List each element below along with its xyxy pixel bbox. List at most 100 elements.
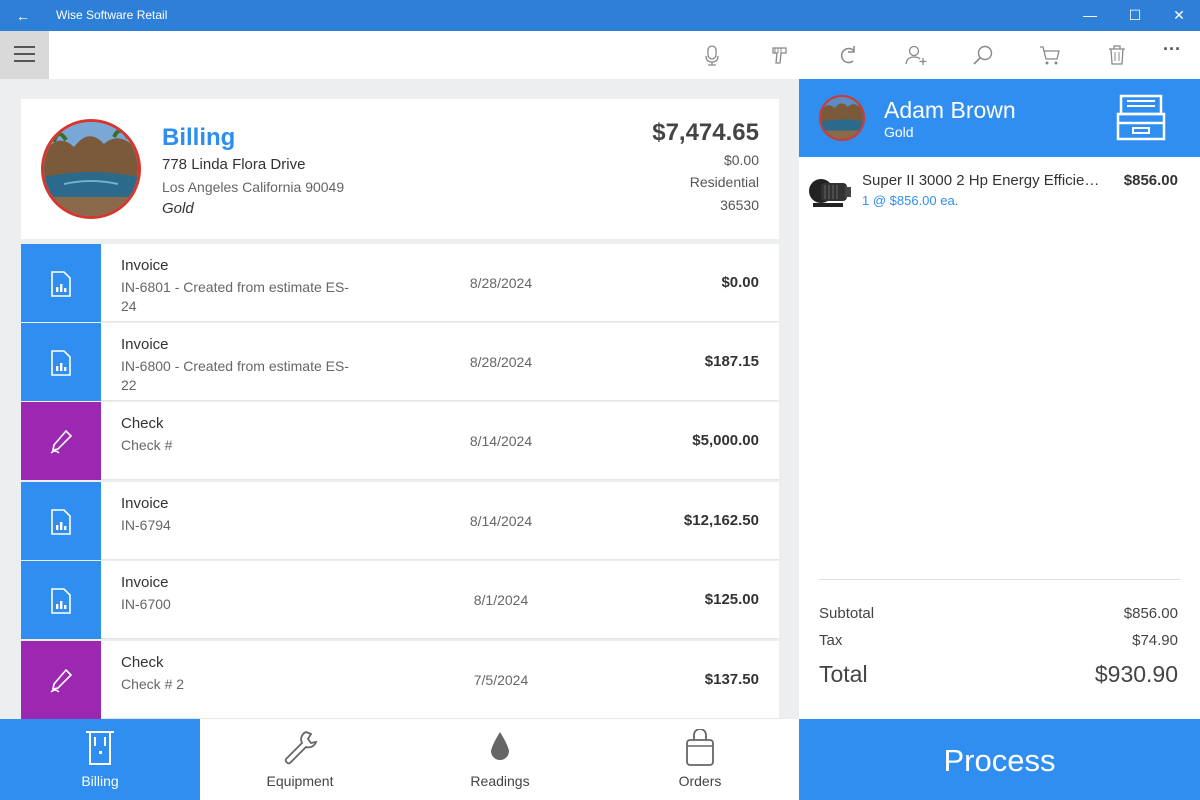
- subtotal-label: Subtotal: [819, 605, 875, 622]
- invoice-icon-tile: [21, 561, 101, 639]
- pool-photo-icon: [821, 97, 863, 139]
- transaction-description: Check # 2: [121, 676, 185, 692]
- transaction-date: 7/5/2024: [473, 672, 529, 688]
- tab-equipment-label: Equipment: [266, 773, 334, 789]
- more-icon[interactable]: ···: [1163, 39, 1187, 63]
- transaction-type: Invoice: [121, 336, 169, 353]
- check-icon-tile: [21, 402, 101, 480]
- transaction-type: Invoice: [121, 495, 169, 512]
- list-item[interactable]: Invoice IN-6794 8/14/2024 $12,162.50: [21, 482, 779, 560]
- tab-readings-label: Readings: [470, 773, 530, 789]
- wrench-icon: [284, 731, 318, 765]
- transaction-date: 8/1/2024: [473, 592, 529, 608]
- cart-item-price: $856.00: [1123, 172, 1178, 189]
- tab-equipment[interactable]: Equipment: [200, 719, 400, 800]
- invoice-icon: [51, 271, 71, 297]
- tab-orders[interactable]: Orders: [600, 719, 800, 800]
- totals-divider: [819, 579, 1180, 580]
- tax-label: Tax: [819, 632, 843, 649]
- invoice-icon: [51, 350, 71, 376]
- transaction-type: Check: [121, 654, 164, 671]
- account-balance: $7,474.65: [652, 119, 759, 146]
- transaction-list: Invoice IN-6801 - Created from estimate …: [21, 244, 779, 719]
- cart-icon[interactable]: [1038, 43, 1062, 67]
- transaction-type: Check: [121, 415, 164, 432]
- transaction-date: 8/14/2024: [469, 433, 533, 449]
- transaction-amount: $125.00: [704, 591, 759, 608]
- hamburger-menu-button[interactable]: [0, 31, 49, 79]
- maximize-button[interactable]: ☐: [1113, 0, 1157, 31]
- tab-readings[interactable]: Readings: [400, 719, 600, 800]
- tax-value: $74.90: [1132, 632, 1178, 649]
- customer-tier: Gold: [162, 200, 194, 217]
- process-button[interactable]: Process: [799, 719, 1200, 800]
- transaction-amount: $12,162.50: [683, 512, 759, 529]
- invoice-icon-tile: [21, 482, 101, 560]
- total-value: $930.90: [1094, 661, 1178, 687]
- customer-type: Residential: [689, 174, 759, 190]
- transaction-date: 8/28/2024: [469, 275, 533, 291]
- cart-pane: Adam Brown Gold Super II 3000 2 Hp Energ…: [799, 79, 1200, 719]
- pen-icon: [50, 668, 73, 693]
- transaction-date: 8/28/2024: [469, 354, 533, 370]
- account-number: 36530: [720, 197, 759, 213]
- tab-billing-label: Billing: [81, 773, 119, 789]
- customer-avatar: [819, 95, 865, 141]
- cart-item-name: Super II 3000 2 Hp Energy Efficient Pump: [862, 172, 1102, 189]
- tab-orders-label: Orders: [678, 773, 722, 789]
- total-label: Total: [819, 661, 868, 687]
- list-item[interactable]: Invoice IN-6700 8/1/2024 $125.00: [21, 561, 779, 639]
- subtotal-value: $856.00: [1123, 605, 1178, 622]
- check-icon-tile: [21, 641, 101, 719]
- microphone-icon[interactable]: [700, 43, 724, 67]
- list-item[interactable]: Check Check # 2 7/5/2024 $137.50: [21, 641, 779, 719]
- drop-icon: [491, 732, 509, 760]
- customer-address: 778 Linda Flora Drive: [162, 156, 306, 173]
- list-item[interactable]: Invoice IN-6801 - Created from estimate …: [21, 244, 779, 322]
- transaction-amount: $187.15: [704, 353, 759, 370]
- toolbar: ···: [0, 31, 1200, 79]
- trash-icon[interactable]: [1105, 43, 1129, 67]
- minimize-button[interactable]: —: [1068, 0, 1112, 31]
- add-user-icon[interactable]: [904, 43, 928, 67]
- invoice-icon-tile: [21, 323, 101, 401]
- invoice-icon: [51, 509, 71, 535]
- transaction-description: IN-6800 - Created from estimate ES-22: [121, 358, 349, 393]
- cart-item[interactable]: Super II 3000 2 Hp Energy Efficient Pump…: [799, 169, 1200, 219]
- transaction-description: IN-6700: [121, 596, 171, 612]
- transaction-description: IN-6801 - Created from estimate ES-24: [121, 279, 349, 314]
- billing-icon: [86, 731, 114, 765]
- customer-header: Adam Brown Gold: [799, 79, 1200, 157]
- pool-photo-icon: [44, 122, 138, 216]
- invoice-icon-tile: [21, 244, 101, 322]
- transaction-type: Invoice: [121, 574, 169, 591]
- bottom-navigation: Billing Equipment Readings Orders: [0, 719, 799, 800]
- back-button[interactable]: ←: [10, 6, 36, 26]
- list-item[interactable]: Check Check # 8/14/2024 $5,000.00: [21, 402, 779, 480]
- transaction-amount: $137.50: [704, 671, 759, 688]
- amount-value: $0.00: [723, 152, 759, 168]
- page-title: Billing: [162, 124, 236, 151]
- bag-icon: [686, 729, 714, 766]
- pen-icon: [50, 429, 73, 454]
- billing-pane: Billing 778 Linda Flora Drive Los Angele…: [0, 79, 799, 719]
- scanner-icon[interactable]: [768, 43, 792, 67]
- list-item[interactable]: Invoice IN-6800 - Created from estimate …: [21, 323, 779, 401]
- tab-billing[interactable]: Billing: [0, 719, 200, 800]
- transaction-amount: $5,000.00: [692, 432, 759, 449]
- customer-city: Los Angeles California 90049: [162, 179, 345, 195]
- customer-tier: Gold: [884, 124, 914, 140]
- invoice-icon: [51, 588, 71, 614]
- pump-product-icon: [809, 179, 851, 207]
- avatar: [41, 119, 141, 219]
- redo-icon[interactable]: [836, 43, 860, 67]
- cart-item-quantity: 1 @ $856.00 ea.: [862, 193, 959, 208]
- cash-register-icon[interactable]: [1115, 93, 1167, 143]
- transaction-amount: $0.00: [721, 274, 759, 291]
- search-icon[interactable]: [971, 43, 995, 67]
- transaction-date: 8/14/2024: [469, 513, 533, 529]
- close-button[interactable]: ✕: [1157, 0, 1200, 31]
- transaction-type: Invoice: [121, 257, 169, 274]
- transaction-description: Check #: [121, 437, 173, 453]
- customer-name: Adam Brown: [884, 97, 1016, 123]
